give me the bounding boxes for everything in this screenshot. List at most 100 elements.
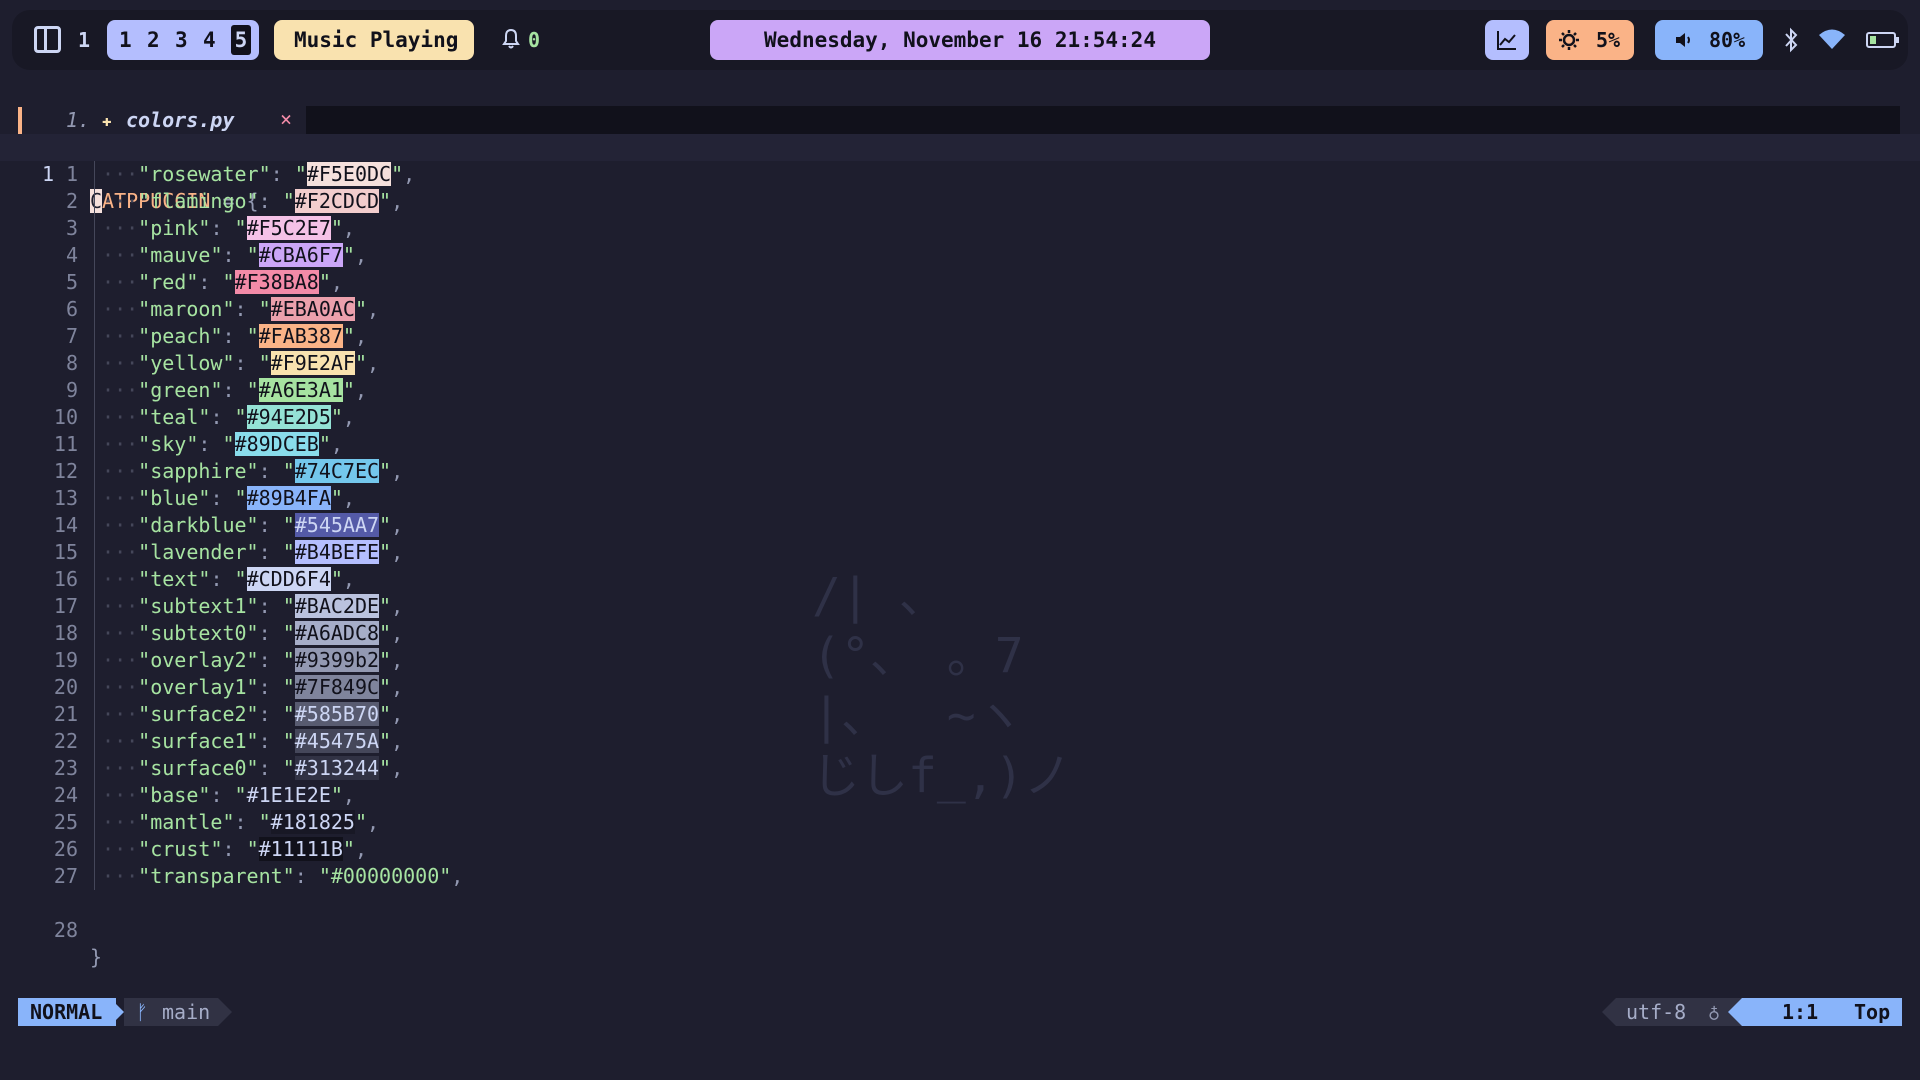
whitespace-dots: ··· xyxy=(90,810,139,834)
line-number: 4 xyxy=(65,243,78,267)
line-number: 25 xyxy=(53,810,78,834)
linux-icon: ♁ xyxy=(1708,1000,1721,1024)
whitespace-dots: ··· xyxy=(90,270,139,294)
tab-filename[interactable]: colors.py xyxy=(126,108,234,132)
line-text: ···"blue": "#89B4FA", xyxy=(90,485,355,512)
quote: " xyxy=(246,756,259,780)
whitespace-dots: ··· xyxy=(90,324,139,348)
hex-color-value: #BAC2DE xyxy=(294,594,380,618)
workspace-3[interactable]: 3 xyxy=(175,28,203,52)
line-text: ···"mantle": "#181825", xyxy=(90,809,379,836)
battery-icon[interactable] xyxy=(1866,32,1900,48)
close-icon[interactable]: × xyxy=(280,107,292,131)
colon: : xyxy=(222,243,247,267)
closing-brace: } xyxy=(90,945,103,969)
wifi-icon[interactable] xyxy=(1818,28,1846,50)
code-line: 25 ···"mantle": "#181825", xyxy=(0,809,1920,836)
bell-icon[interactable] xyxy=(502,28,520,50)
comma: , xyxy=(354,324,368,348)
quote: " xyxy=(330,567,343,591)
git-branch-icon: ᚠ xyxy=(136,1000,148,1024)
line-text: ···"yellow": "#F9E2AF", xyxy=(90,350,379,377)
quote: " xyxy=(391,162,404,186)
dict-key: sapphire xyxy=(150,459,247,483)
whitespace-dots: ··· xyxy=(90,729,139,753)
code-line: 11 ···"sky": "#89DCEB", xyxy=(0,431,1920,458)
code-line: 26 ···"crust": "#11111B", xyxy=(0,836,1920,863)
workspace-1[interactable]: 1 xyxy=(119,28,147,52)
line-number: 16 xyxy=(53,567,78,591)
hex-color-value: #89B4FA xyxy=(246,486,331,510)
colon: : xyxy=(294,864,319,888)
colon: : xyxy=(198,432,223,456)
line-text: ···"lavender": "#B4BEFE", xyxy=(90,539,403,566)
dict-key: overlay1 xyxy=(150,675,247,699)
line-number: 12 xyxy=(53,459,78,483)
line-number: 20 xyxy=(53,675,78,699)
quote: " xyxy=(379,702,392,726)
quote: " xyxy=(138,243,151,267)
hex-color-value: #181825 xyxy=(270,810,355,834)
colon: : xyxy=(222,837,247,861)
line-col: 1:1 xyxy=(1782,1000,1819,1024)
quote: " xyxy=(210,243,223,267)
colon: : xyxy=(258,702,283,726)
hex-color-value: #89DCEB xyxy=(234,432,319,456)
comma: , xyxy=(391,648,404,672)
quote: " xyxy=(246,837,259,861)
chart-icon xyxy=(1497,31,1516,50)
line-text: ···"red": "#F38BA8", xyxy=(90,269,343,296)
bluetooth-icon[interactable] xyxy=(1783,27,1799,53)
whitespace-dots: ··· xyxy=(90,594,139,618)
split-layout-icon[interactable] xyxy=(34,26,61,53)
whitespace-dots: ··· xyxy=(90,702,139,726)
quote: " xyxy=(282,594,295,618)
line-text: ···"teal": "#94E2D5", xyxy=(90,404,355,431)
quote: " xyxy=(138,648,151,672)
system-monitor-button[interactable] xyxy=(1485,20,1529,60)
workspace-2[interactable]: 2 xyxy=(147,28,175,52)
line-number: 28 xyxy=(53,918,78,942)
line-text: ···"rosewater": "#F5E0DC", xyxy=(90,161,415,188)
quote: " xyxy=(354,297,367,321)
line-text: ···"overlay2": "#9399b2", xyxy=(90,647,403,674)
workspace-5-active[interactable]: 5 xyxy=(231,25,251,55)
workspace-4[interactable]: 4 xyxy=(203,28,231,52)
quote: " xyxy=(282,729,295,753)
tab-indicator xyxy=(18,107,22,135)
dict-key: subtext0 xyxy=(150,621,247,645)
volume-widget[interactable]: 80% xyxy=(1655,20,1763,60)
whitespace-dots: ··· xyxy=(90,216,139,240)
dict-key: lavender xyxy=(150,540,247,564)
quote: " xyxy=(138,729,151,753)
line-number: 18 xyxy=(53,621,78,645)
quote: " xyxy=(282,540,295,564)
music-widget[interactable]: Music Playing ... xyxy=(274,20,474,60)
quote: " xyxy=(282,189,295,213)
quote: " xyxy=(258,810,271,834)
layout-index: 1 xyxy=(78,28,91,52)
quote: " xyxy=(186,432,199,456)
top-bar: 1 1 2 3 4 5 Music Playing ... 0 Wednesda… xyxy=(12,10,1908,70)
code-line: 10 ···"teal": "#94E2D5", xyxy=(0,404,1920,431)
line-text: ···"subtext1": "#BAC2DE", xyxy=(90,593,403,620)
code-line: 6 ···"maroon": "#EBA0AC", xyxy=(0,296,1920,323)
cpu-widget[interactable]: 5% xyxy=(1546,20,1634,60)
comma: , xyxy=(391,702,404,726)
line-number: 27 xyxy=(53,864,78,888)
git-branch[interactable]: ᚠ main xyxy=(124,998,218,1026)
whitespace-dots: ··· xyxy=(90,783,139,807)
hex-color-value: #CBA6F7 xyxy=(258,243,343,267)
line-number: 17 xyxy=(53,594,78,618)
colon: : xyxy=(210,405,235,429)
quote: " xyxy=(138,756,151,780)
clock[interactable]: Wednesday, November 16 21:54:24 xyxy=(710,20,1210,60)
dict-key: green xyxy=(150,378,211,402)
whitespace-dots: ··· xyxy=(90,513,139,537)
line-number: 11 xyxy=(53,432,78,456)
comma: , xyxy=(354,837,368,861)
colon: : xyxy=(210,486,235,510)
quote: " xyxy=(342,243,355,267)
whitespace-dots: ··· xyxy=(90,675,139,699)
quote: " xyxy=(379,459,392,483)
